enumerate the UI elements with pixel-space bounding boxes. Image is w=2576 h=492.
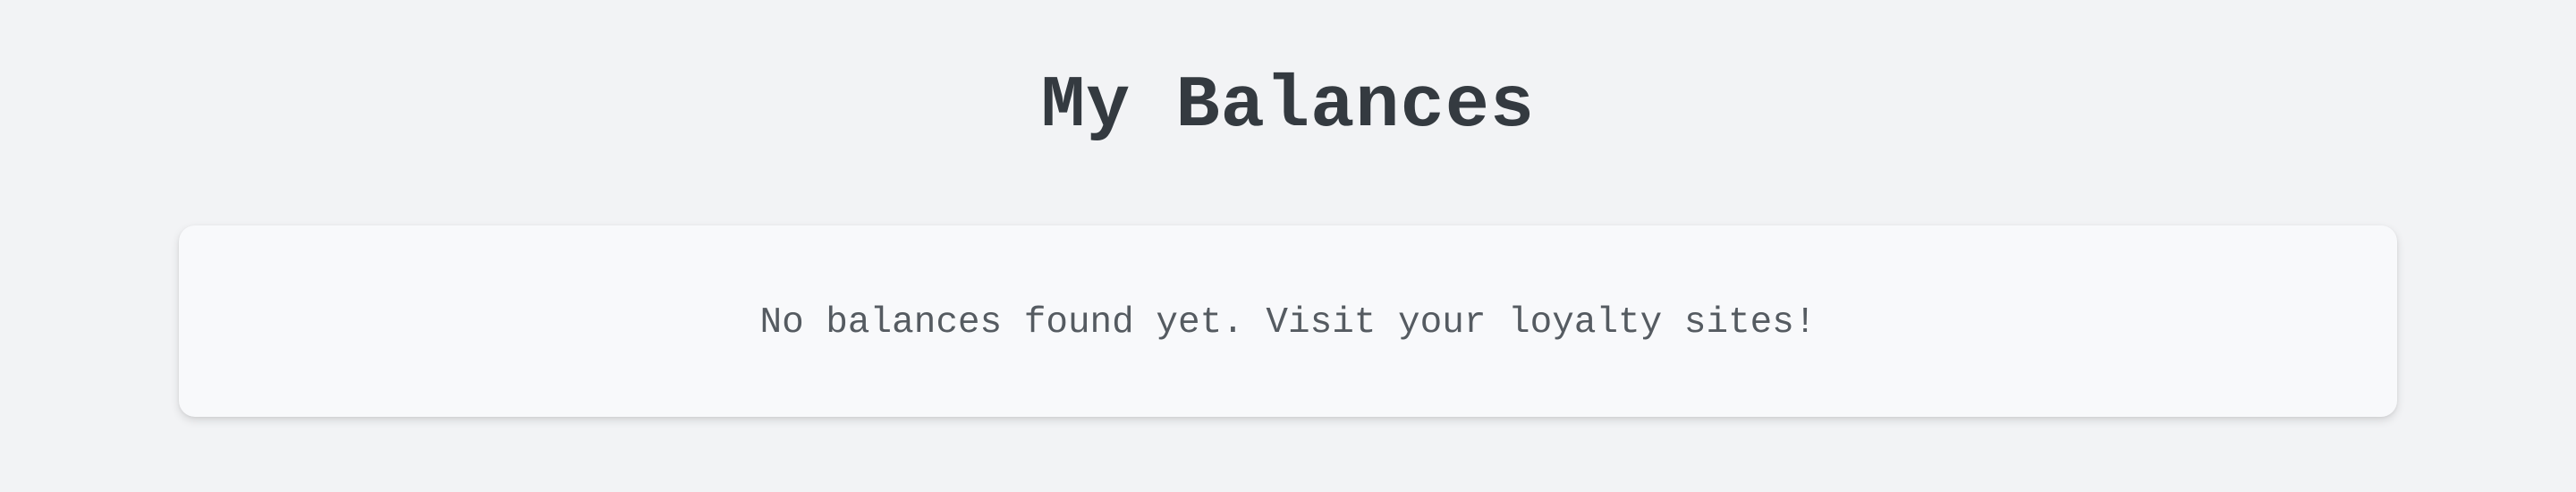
balances-card: No balances found yet. Visit your loyalt…	[179, 225, 2397, 417]
balances-page: My Balances No balances found yet. Visit…	[0, 0, 2576, 492]
page-title: My Balances	[1040, 64, 1536, 148]
empty-state-message: No balances found yet. Visit your loyalt…	[759, 302, 1817, 344]
